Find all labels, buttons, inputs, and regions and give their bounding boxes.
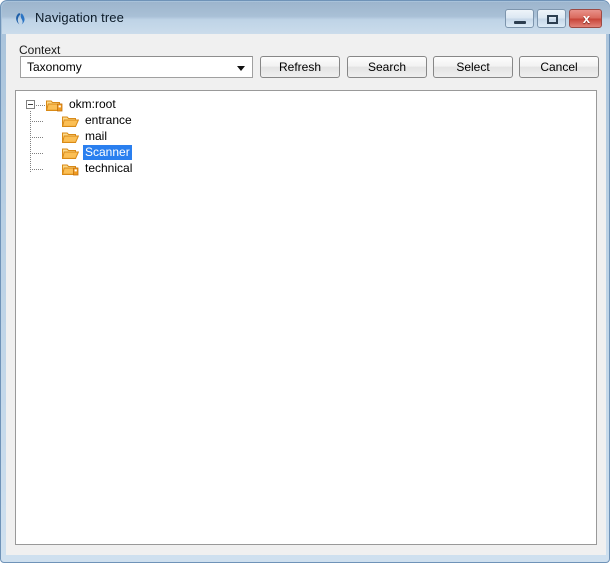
tree-connector [30, 121, 44, 122]
folder-open-icon [61, 114, 80, 128]
minimize-button[interactable] [505, 9, 534, 28]
tree-row[interactable]: technical [16, 161, 596, 177]
select-button[interactable]: Select [433, 56, 513, 78]
window-title: Navigation tree [35, 10, 124, 25]
context-dropdown[interactable]: Taxonomy [20, 56, 253, 78]
minimize-icon [514, 21, 526, 24]
tree-connector [30, 169, 44, 170]
tree-connector [30, 153, 44, 154]
tree-row[interactable]: Scanner [16, 145, 596, 161]
context-dropdown-value: Taxonomy [27, 60, 82, 74]
folder-open-icon [61, 146, 80, 160]
refresh-button[interactable]: Refresh [260, 56, 340, 78]
collapse-minus-icon[interactable] [26, 100, 35, 109]
dialog-body: Context Taxonomy Refresh Search Select C… [6, 34, 606, 555]
maximize-icon [547, 15, 558, 24]
tree-node-label[interactable]: entrance [83, 113, 134, 128]
maximize-button[interactable] [537, 9, 566, 28]
navigation-tree-panel[interactable]: okm:root entrance mail Scanner technical [15, 90, 597, 545]
tree-row[interactable]: okm:root [16, 97, 596, 113]
chevron-down-icon [237, 66, 245, 71]
cancel-button[interactable]: Cancel [519, 56, 599, 78]
search-button[interactable]: Search [347, 56, 427, 78]
context-label: Context [19, 43, 61, 57]
close-button[interactable]: x [569, 9, 602, 28]
dialog-window: Navigation tree x Context Taxonomy Refre… [0, 0, 610, 563]
tree-node-label-selected[interactable]: Scanner [83, 145, 132, 160]
tree-connector [36, 105, 46, 106]
tree-node-label[interactable]: okm:root [67, 97, 118, 112]
tree-node-label[interactable]: technical [83, 161, 134, 176]
folder-locked-icon [45, 98, 63, 112]
tree-connector [30, 137, 44, 138]
tree-row[interactable]: mail [16, 129, 596, 145]
tree-root-container: okm:root entrance mail Scanner technical [16, 91, 596, 177]
title-bar: Navigation tree x [2, 2, 610, 34]
tree-node-label[interactable]: mail [83, 129, 109, 144]
java-icon [13, 11, 29, 27]
folder-locked-icon [61, 162, 79, 176]
tree-row[interactable]: entrance [16, 113, 596, 129]
close-icon: x [582, 11, 591, 26]
folder-open-icon [61, 130, 80, 144]
